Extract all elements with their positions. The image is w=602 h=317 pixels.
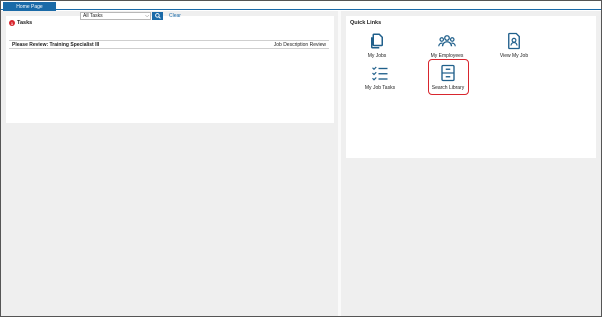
- selection-highlight: [428, 59, 469, 95]
- tab-bar: Home Page: [1, 1, 601, 11]
- quick-link-view-my-job[interactable]: View My Job: [494, 32, 534, 59]
- quick-link-my-jobs[interactable]: My Jobs: [357, 32, 397, 59]
- task-filter-value: All Tasks: [83, 13, 103, 19]
- quick-link-my-employees[interactable]: My Employees: [427, 32, 467, 59]
- tab-home-page[interactable]: Home Page: [3, 2, 56, 11]
- chevron-down-icon: ⌵: [145, 13, 149, 19]
- task-filter-select[interactable]: All Tasks ⌵: [80, 12, 151, 20]
- task-name[interactable]: Please Review: Training Specialist III: [12, 42, 99, 48]
- quick-links-title: Quick Links: [350, 20, 382, 26]
- task-count-badge: 1: [9, 20, 15, 26]
- checklist-icon: [372, 66, 388, 81]
- table-row[interactable]: Please Review: Training Specialist III J…: [9, 40, 329, 49]
- copy-documents-icon: [371, 33, 383, 49]
- quick-link-my-job-tasks[interactable]: My Job Tasks: [360, 64, 400, 91]
- user-document-icon: [508, 32, 520, 50]
- people-group-icon: [438, 35, 456, 47]
- clear-link[interactable]: Clear: [169, 13, 181, 19]
- task-type: Job Description Review: [273, 42, 326, 48]
- tasks-title: Tasks: [17, 20, 33, 26]
- quick-link-label: View My Job: [499, 53, 529, 59]
- task-search-button[interactable]: [152, 12, 163, 20]
- quick-link-label: My Jobs: [367, 53, 387, 59]
- tasks-panel: 1 Tasks: [6, 16, 334, 123]
- search-icon: [154, 13, 161, 19]
- quick-link-label: My Job Tasks: [364, 85, 396, 91]
- tasks-header: 1 Tasks: [9, 20, 32, 26]
- column-divider: [338, 11, 341, 316]
